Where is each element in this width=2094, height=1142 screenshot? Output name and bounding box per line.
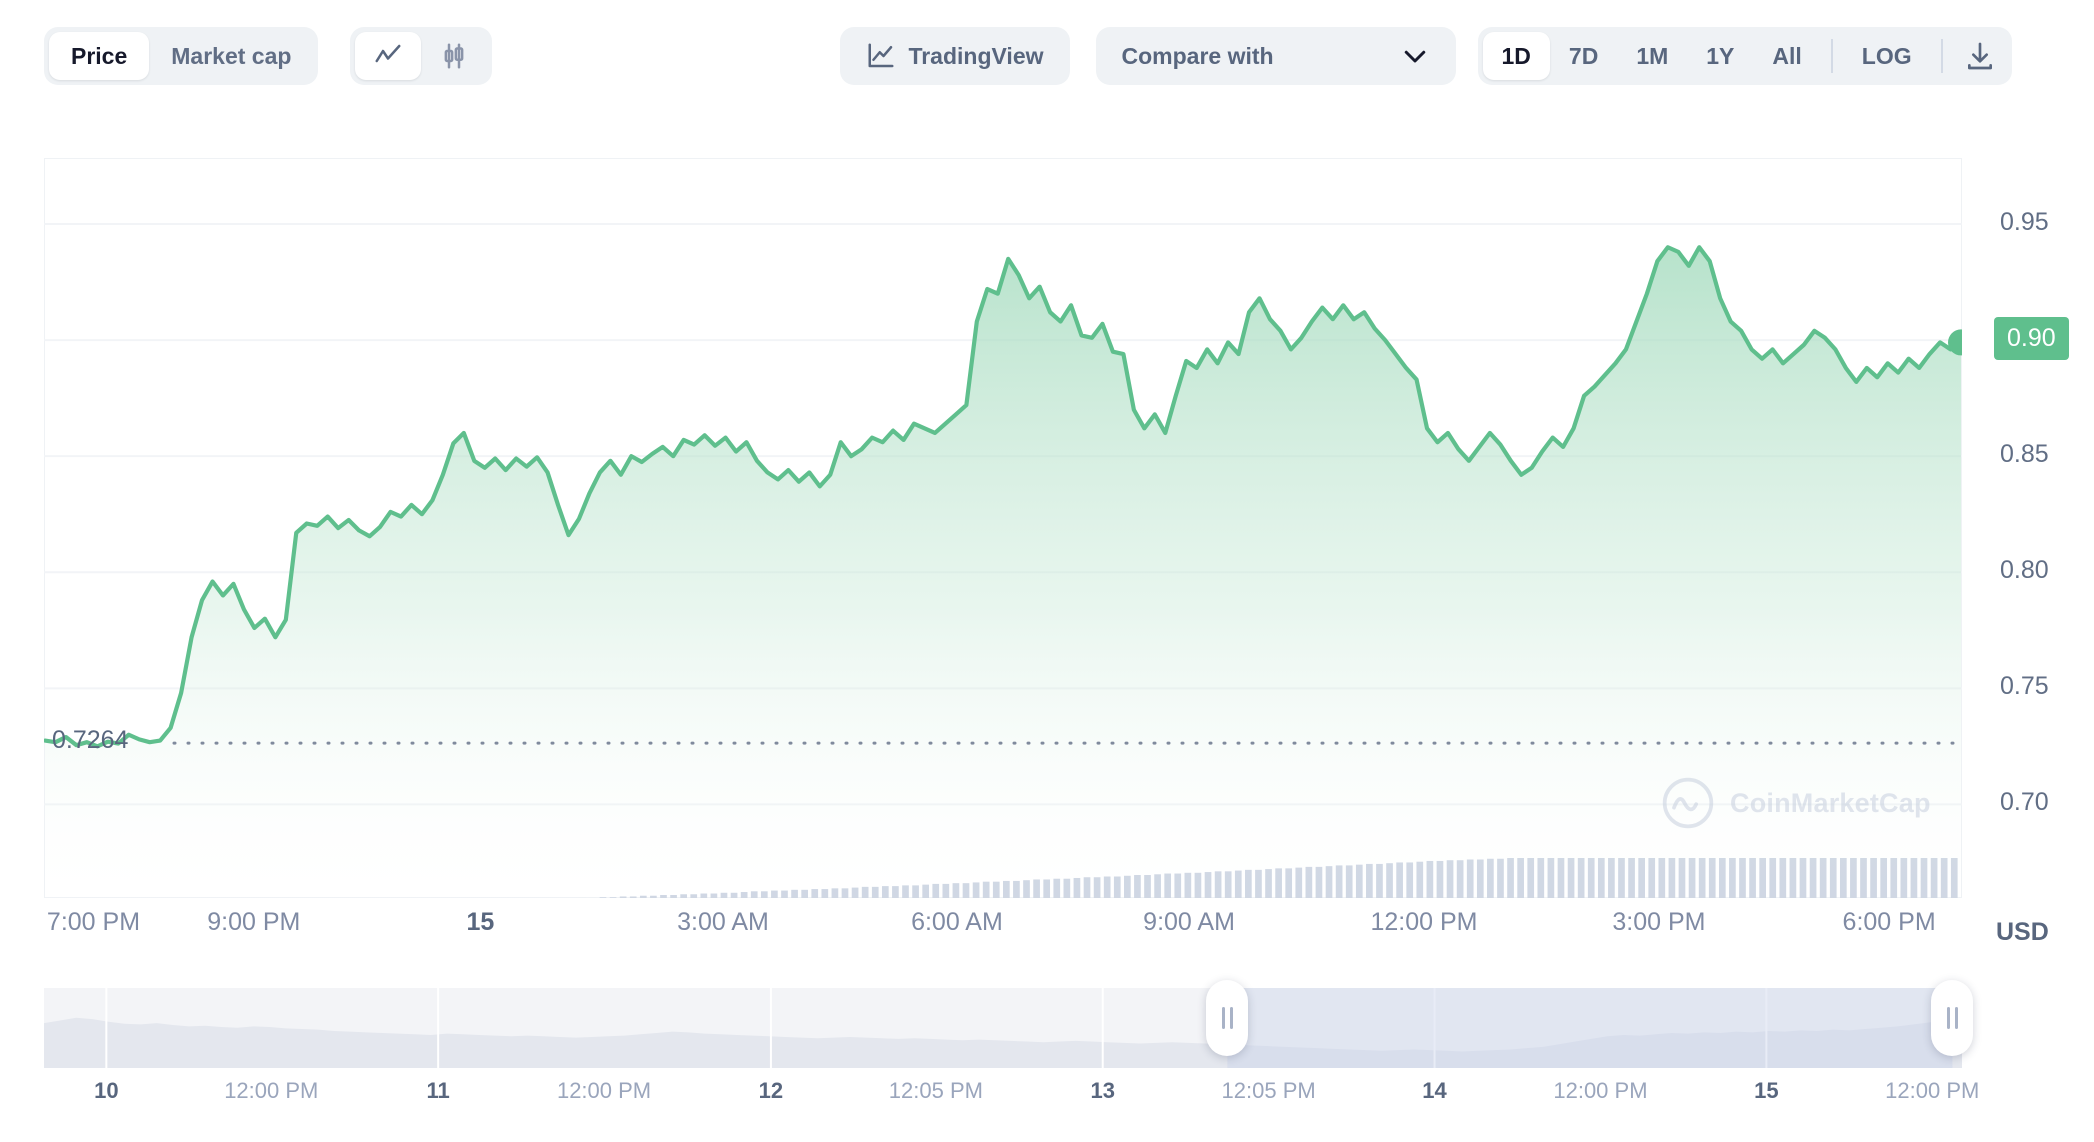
navigator-tick-label: 13 — [1090, 1078, 1114, 1104]
x-axis-tick-label: 15 — [466, 908, 494, 937]
current-price-badge: 0.90 — [1994, 317, 2069, 360]
navigator-tick-label: 12:00 PM — [224, 1078, 318, 1104]
grip-bar — [1955, 1007, 1958, 1029]
navigator-tick-label: 11 — [427, 1078, 450, 1104]
x-axis-tick-label: 9:00 PM — [207, 908, 300, 937]
line-chart-icon[interactable] — [355, 32, 421, 80]
chart-toolbar: Price Market cap — [0, 0, 2094, 112]
range-all[interactable]: All — [1753, 32, 1820, 80]
y-axis-tick-label: 0.70 — [2000, 788, 2049, 817]
compare-with-label: Compare with — [1122, 43, 1274, 70]
x-axis-tick-label: 9:00 AM — [1143, 908, 1235, 937]
grip-bar — [1947, 1007, 1950, 1029]
metric-toggle-group: Price Market cap — [44, 27, 318, 85]
reference-price-label: 0.7264 — [52, 726, 128, 755]
navigator-tick-label: 14 — [1422, 1078, 1446, 1104]
navigator-overview-chart — [44, 988, 1962, 1068]
navigator-tick-label: 12:00 PM — [1553, 1078, 1647, 1104]
navigator-x-axis: 10 12:00 PM 11 12:00 PM 12 12:05 PM 13 12:05 PM… — [44, 1078, 1962, 1118]
navigator-tick-label: 10 — [94, 1078, 118, 1104]
grip-bar — [1222, 1007, 1225, 1029]
x-axis-tick-label: 6:00 AM — [911, 908, 1003, 937]
navigator-handle-left[interactable] — [1206, 980, 1248, 1056]
x-axis-tick-label: 12:00 PM — [1370, 908, 1477, 937]
y-axis-tick-label: 0.95 — [2000, 208, 2049, 237]
range-7d[interactable]: 7D — [1550, 32, 1617, 80]
chart-type-toggle-group — [350, 27, 492, 85]
divider — [1941, 39, 1943, 73]
range-1y[interactable]: 1Y — [1687, 32, 1753, 80]
navigator-handle-right[interactable] — [1931, 980, 1973, 1056]
y-axis-tick-label: 0.85 — [2000, 440, 2049, 469]
price-area-chart — [44, 158, 1962, 898]
divider — [1831, 39, 1833, 73]
y-axis-tick-label: 0.75 — [2000, 672, 2049, 701]
x-axis-tick-label: 3:00 PM — [1612, 908, 1705, 937]
compare-with-dropdown[interactable]: Compare with — [1096, 27, 1456, 85]
navigator-tick-label: 12:00 PM — [1885, 1078, 1979, 1104]
y-axis-tick-label: 0.80 — [2000, 556, 2049, 585]
grip-bar — [1230, 1007, 1233, 1029]
price-chart-plot[interactable]: 0.7264 — [44, 158, 1962, 898]
time-x-axis: 7:00 PM 9:00 PM 15 3:00 AM 6:00 AM 9:00 AM 12:… — [44, 908, 1962, 948]
tab-market-cap[interactable]: Market cap — [149, 32, 313, 80]
navigator-tick-label: 12:05 PM — [1222, 1078, 1316, 1104]
x-axis-tick-label: 7:00 PM — [47, 908, 140, 937]
x-axis-tick-label: 6:00 PM — [1843, 908, 1936, 937]
tradingview-icon — [866, 41, 896, 71]
candlestick-chart-icon[interactable] — [421, 32, 487, 80]
range-1d[interactable]: 1D — [1483, 32, 1550, 80]
tab-price[interactable]: Price — [49, 32, 149, 80]
x-axis-tick-label: 3:00 AM — [677, 908, 769, 937]
log-scale-toggle[interactable]: LOG — [1843, 32, 1931, 80]
currency-label: USD — [1996, 918, 2049, 947]
price-chart-widget: Price Market cap — [0, 0, 2094, 1142]
navigator-tick-label: 12 — [759, 1078, 783, 1104]
tradingview-button[interactable]: TradingView — [840, 27, 1069, 85]
time-range-group: 1D 7D 1M 1Y All LOG — [1478, 27, 2012, 85]
navigator-tick-label: 12:05 PM — [889, 1078, 983, 1104]
range-1m[interactable]: 1M — [1617, 32, 1687, 80]
navigator-tick-label: 12:00 PM — [557, 1078, 651, 1104]
chevron-down-icon — [1400, 41, 1430, 71]
range-navigator[interactable] — [44, 988, 1962, 1068]
tradingview-label: TradingView — [908, 43, 1043, 70]
price-y-axis: 0.95 0.90 0.85 0.80 0.75 0.70 — [1962, 158, 2094, 898]
navigator-tick-label: 15 — [1754, 1078, 1778, 1104]
download-icon[interactable] — [1953, 32, 2007, 80]
